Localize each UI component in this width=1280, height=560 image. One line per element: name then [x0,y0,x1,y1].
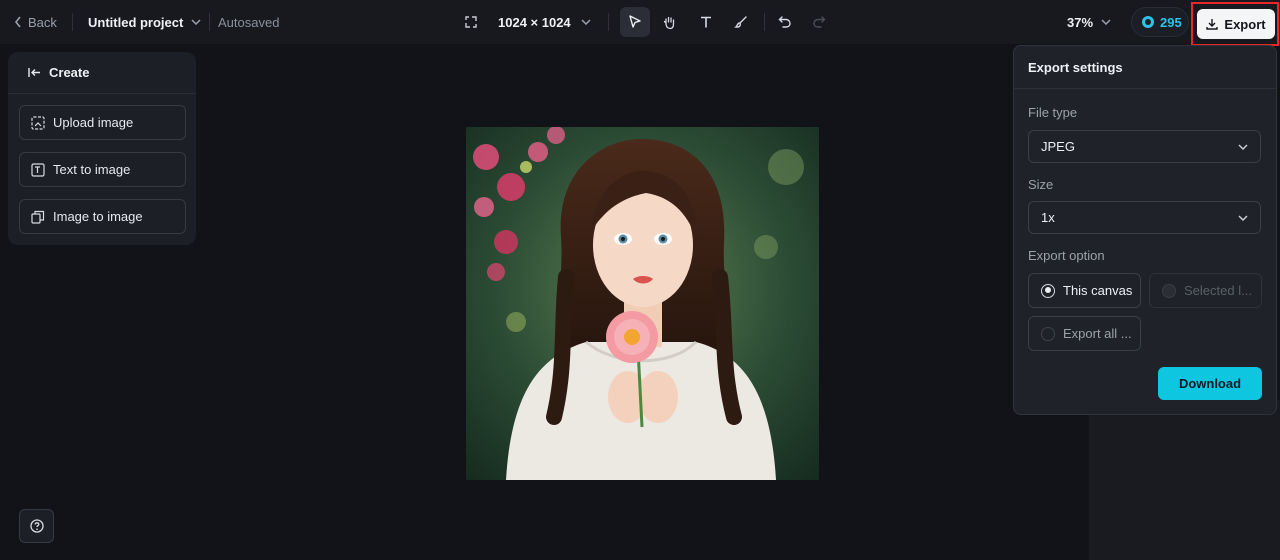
text-icon [701,16,711,28]
image-to-image-label: Image to image [53,209,143,224]
export-settings-title: Export settings [1014,46,1276,89]
redo-button[interactable] [804,7,834,37]
top-toolbar: Back Untitled project Autosaved 1024 × 1… [0,0,1280,46]
export-highlight: Export [1191,2,1279,46]
upload-image-icon [31,115,45,130]
select-tool[interactable] [620,7,650,37]
option-selected-layers[interactable]: Selected l... [1149,273,1262,308]
back-button[interactable]: Back [14,0,57,44]
undo-button[interactable] [770,7,800,37]
option-this-canvas[interactable]: This canvas [1028,273,1141,308]
chevron-down-icon [581,19,591,25]
resize-icon [465,16,477,28]
radio-disabled-icon [1162,283,1176,298]
radio-selected-icon [1041,283,1055,298]
divider [764,13,765,31]
radio-unselected-icon [1041,326,1055,341]
project-title-dropdown[interactable]: Untitled project [88,0,201,44]
help-button[interactable] [19,509,54,543]
option-selected-label: Selected l... [1184,283,1252,298]
chevron-left-icon [14,16,21,28]
option-this-canvas-label: This canvas [1063,283,1133,298]
canvas-size-dropdown[interactable]: 1024 × 1024 [464,0,591,44]
text-to-image-icon [31,162,45,177]
create-panel: Create Upload image Text to image Image … [8,52,196,245]
brush-tool[interactable] [726,7,756,37]
text-to-image-button[interactable]: Text to image [19,152,186,187]
text-tool[interactable] [691,7,721,37]
credits-badge[interactable]: 295 [1131,7,1189,37]
hand-icon [663,16,674,29]
create-panel-title: Create [49,65,90,80]
zoom-value: 37% [1067,14,1094,30]
download-button[interactable]: Download [1158,367,1262,400]
export-button[interactable]: Export [1197,9,1275,39]
size-label: Size [1028,177,1054,192]
image-to-image-icon [31,210,45,224]
size-value: 1x [1041,210,1055,225]
chevron-down-icon [191,19,201,25]
canvas-size-value: 1024 × 1024 [498,14,571,30]
divider [72,13,73,31]
chevron-down-icon [1101,19,1111,25]
divider [608,13,609,31]
cursor-icon [629,15,641,28]
image-to-image-button[interactable]: Image to image [19,199,186,234]
create-panel-header[interactable]: Create [8,52,196,94]
file-type-value: JPEG [1041,139,1075,154]
option-export-all[interactable]: Export all ... [1028,316,1141,351]
zoom-dropdown[interactable]: 37% [1067,0,1111,44]
file-type-label: File type [1028,105,1078,120]
portrait-image [466,127,819,480]
divider [209,13,210,31]
upload-image-label: Upload image [53,115,134,130]
canvas-image[interactable] [466,127,819,480]
project-title: Untitled project [88,14,184,30]
help-icon [29,519,44,533]
chevron-down-icon [1238,214,1248,221]
export-settings-popup: Export settings File type JPEG Size 1x E… [1013,45,1277,415]
export-option-label: Export option [1028,248,1105,263]
autosave-status: Autosaved [218,14,280,30]
hand-tool[interactable] [654,7,684,37]
brush-icon [734,16,747,28]
option-export-all-label: Export all ... [1063,326,1132,341]
right-side-panel [1089,400,1280,560]
chevron-down-icon [1238,143,1248,150]
credits-count: 295 [1160,14,1182,30]
credit-coin-icon [1142,16,1154,28]
file-type-select[interactable]: JPEG [1028,130,1261,163]
export-label: Export [1224,16,1266,32]
collapse-left-icon [28,68,40,77]
size-select[interactable]: 1x [1028,201,1261,234]
download-icon [1206,19,1219,30]
upload-image-button[interactable]: Upload image [19,105,186,140]
redo-icon [813,16,826,28]
text-to-image-label: Text to image [53,162,131,177]
back-label: Back [28,14,57,30]
undo-icon [778,16,791,28]
